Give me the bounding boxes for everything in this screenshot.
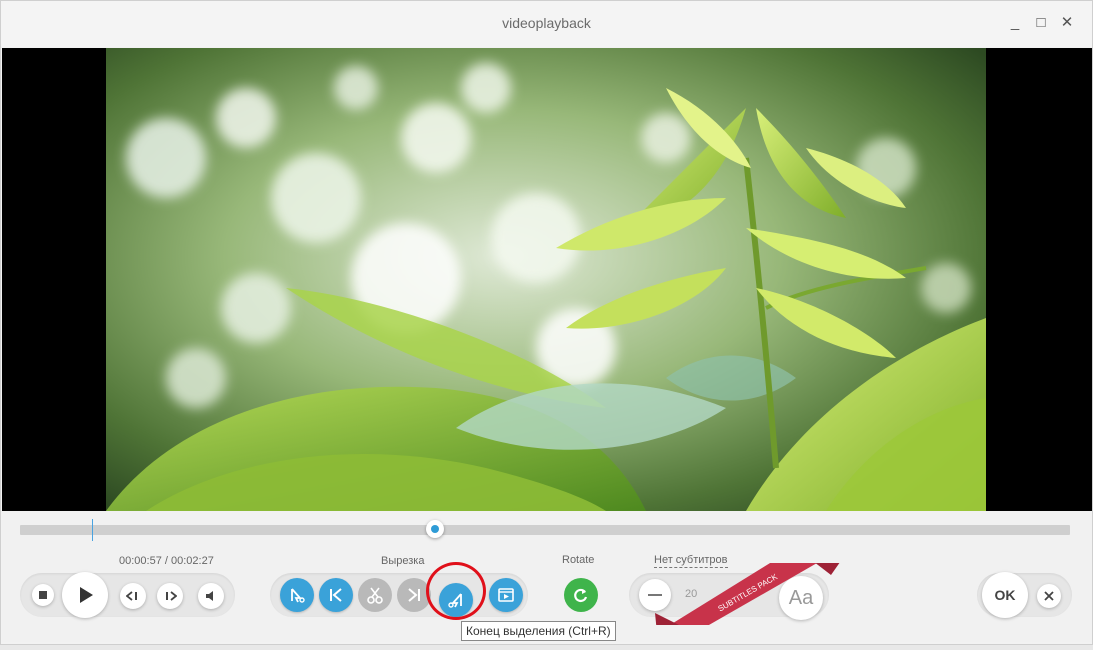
start-selection-icon xyxy=(291,588,305,603)
cut-section-label: Вырезка xyxy=(381,555,425,567)
next-frame-icon xyxy=(166,591,177,601)
ok-label: OK xyxy=(994,587,1016,603)
rotate-icon xyxy=(574,588,588,603)
go-to-start-button[interactable] xyxy=(319,578,353,612)
title-bar: videoplayback _ □ ✕ xyxy=(1,1,1092,47)
previous-frame-icon xyxy=(126,591,137,601)
stop-button[interactable] xyxy=(32,584,54,606)
scissors-icon xyxy=(367,587,383,604)
video-viewport[interactable] xyxy=(2,48,1092,511)
window-controls: _ □ ✕ xyxy=(1004,11,1078,33)
seek-bar[interactable] xyxy=(20,519,1070,541)
close-icon xyxy=(1044,591,1054,601)
tooltip: Конец выделения (Ctrl+R) xyxy=(461,621,616,641)
play-icon xyxy=(80,587,93,603)
cut-button[interactable] xyxy=(358,578,392,612)
maximize-icon: □ xyxy=(1036,13,1046,31)
maximize-button[interactable]: □ xyxy=(1030,11,1052,33)
play-button[interactable] xyxy=(62,572,108,618)
preview-selection-button[interactable] xyxy=(489,578,523,612)
previous-frame-button[interactable] xyxy=(120,583,146,609)
close-window-button[interactable]: ✕ xyxy=(1056,11,1078,33)
minimize-icon: _ xyxy=(1010,13,1020,31)
go-to-end-icon xyxy=(408,588,420,602)
go-to-end-button[interactable] xyxy=(397,578,431,612)
stop-icon xyxy=(39,591,47,599)
rotate-section-label: Rotate xyxy=(562,554,595,566)
rotate-button[interactable] xyxy=(564,578,598,612)
selection-start-marker xyxy=(92,519,93,541)
cancel-button[interactable] xyxy=(1037,584,1061,608)
preview-window-icon xyxy=(498,588,514,602)
video-editor-window: videoplayback _ □ ✕ 00:00:57 / 00:02:27 … xyxy=(0,0,1093,645)
close-icon: ✕ xyxy=(1060,14,1074,31)
seek-thumb[interactable] xyxy=(425,520,444,538)
go-to-start-icon xyxy=(330,588,342,602)
volume-button[interactable] xyxy=(198,583,224,609)
ok-button[interactable]: OK xyxy=(982,572,1028,618)
window-title: videoplayback xyxy=(502,15,591,31)
video-frame xyxy=(106,48,986,511)
time-display: 00:00:57 / 00:02:27 xyxy=(119,555,214,567)
next-frame-button[interactable] xyxy=(157,583,183,609)
speaker-icon xyxy=(206,591,213,601)
video-frame-image xyxy=(106,48,986,511)
end-selection-icon xyxy=(448,593,462,608)
subtitles-pack-ribbon[interactable]: SUBTITLES PACK xyxy=(655,563,845,625)
background-strip xyxy=(0,645,1093,650)
start-selection-button[interactable] xyxy=(280,578,314,612)
end-selection-button[interactable] xyxy=(439,583,473,617)
minimize-button[interactable]: _ xyxy=(1004,11,1026,33)
